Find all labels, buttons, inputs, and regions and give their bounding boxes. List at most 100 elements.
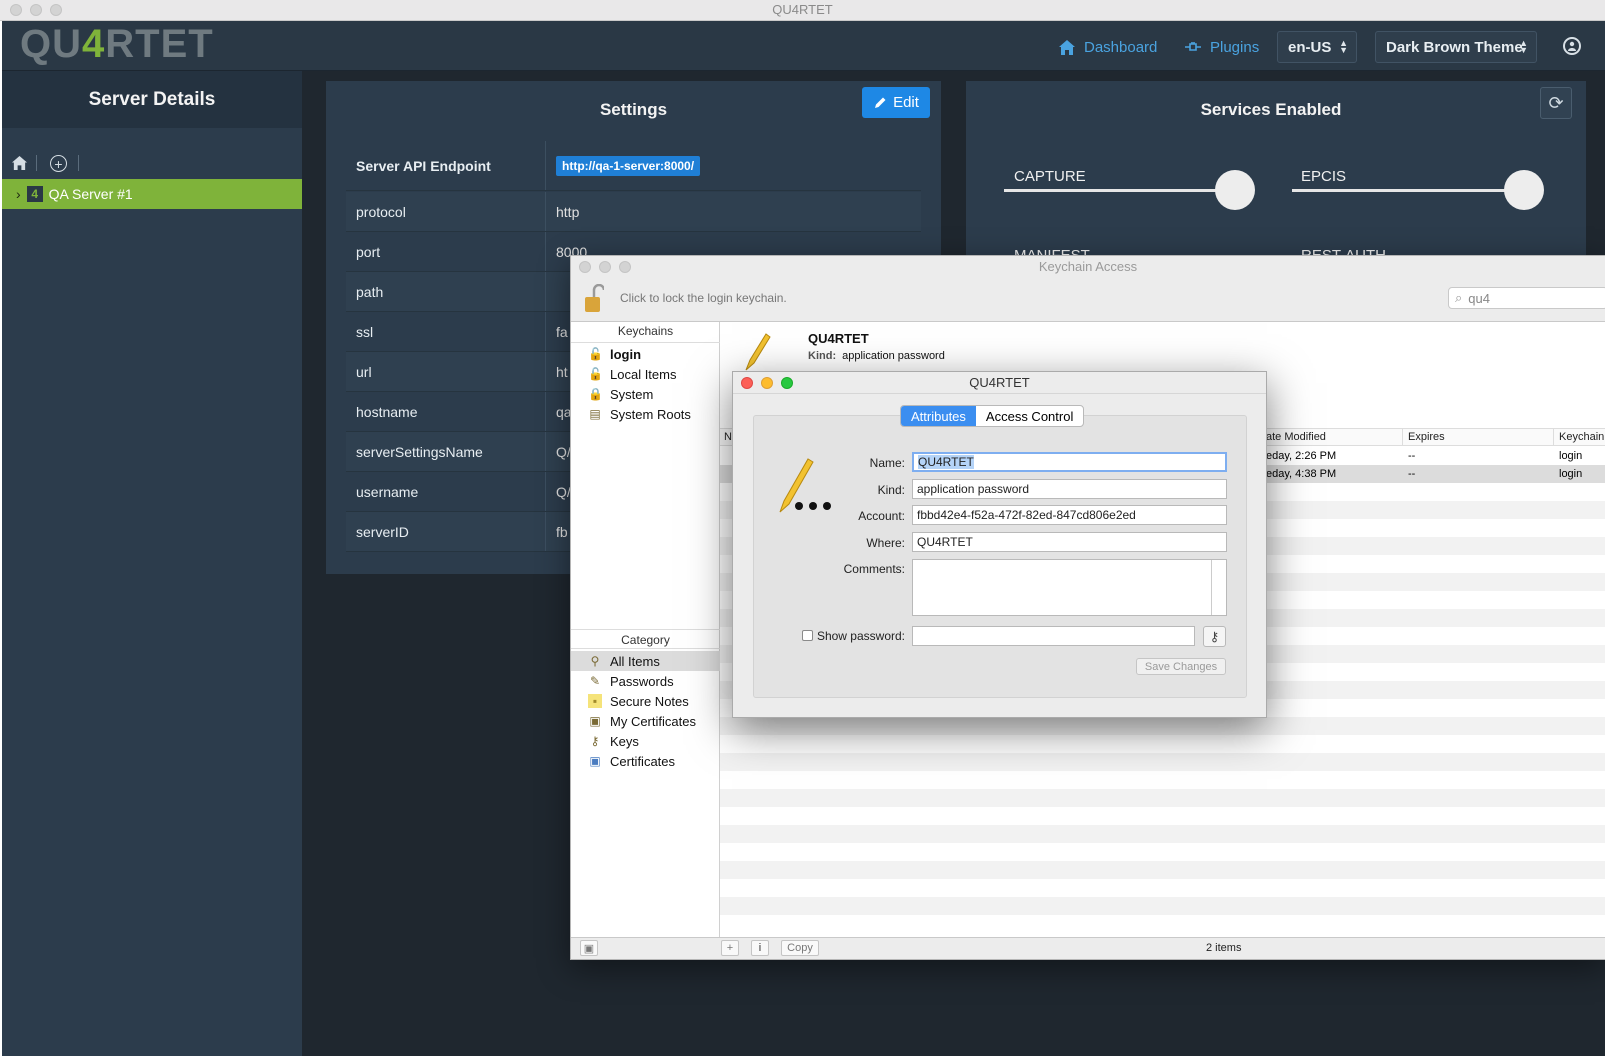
account-label: Account: bbox=[858, 509, 905, 523]
category-my-certificates[interactable]: ▣ My Certificates bbox=[588, 711, 696, 731]
minimize-dialog-button[interactable] bbox=[761, 377, 773, 389]
keychain-login[interactable]: 🔓 login bbox=[588, 344, 641, 364]
setting-key: protocol bbox=[346, 192, 546, 231]
home-icon[interactable] bbox=[10, 155, 28, 171]
column-expires[interactable]: Expires bbox=[1402, 428, 1445, 446]
service-toggle-capture[interactable] bbox=[1215, 170, 1255, 210]
name-label: Name: bbox=[869, 456, 905, 470]
search-value: qu4 bbox=[1468, 290, 1490, 306]
edit-button[interactable]: Edit bbox=[862, 87, 930, 118]
name-value: QU4RTET bbox=[918, 455, 974, 469]
password-field[interactable] bbox=[912, 626, 1195, 646]
chevron-right-icon[interactable]: › bbox=[16, 186, 21, 202]
comments-field[interactable] bbox=[912, 559, 1227, 616]
server-name: QA Server #1 bbox=[48, 186, 133, 202]
item-count: 2 items bbox=[1206, 942, 1242, 954]
comments-scrollbar[interactable] bbox=[1211, 560, 1212, 615]
zoom-window-button[interactable] bbox=[50, 4, 62, 16]
minimize-window-button[interactable] bbox=[30, 4, 42, 16]
category-label: Passwords bbox=[610, 673, 674, 689]
minimize-window-button[interactable] bbox=[599, 261, 611, 273]
key-icon: ⚷ bbox=[590, 734, 600, 748]
setting-row: Server API Endpoint http://qa-1-server:8… bbox=[346, 141, 921, 191]
tab-access-control[interactable]: Access Control bbox=[976, 406, 1083, 426]
row-keychain: login bbox=[1559, 450, 1583, 462]
nav-plugins[interactable]: Plugins bbox=[1184, 36, 1259, 58]
sidebar bbox=[2, 71, 302, 1056]
keychain-label: Local Items bbox=[610, 366, 677, 382]
info-button[interactable]: i bbox=[751, 940, 769, 956]
setting-value: Q/ bbox=[556, 443, 571, 460]
close-window-button[interactable] bbox=[579, 261, 591, 273]
name-field[interactable]: QU4RTET bbox=[912, 452, 1227, 472]
setting-key: ssl bbox=[346, 312, 546, 351]
certificate-icon: ▣ bbox=[589, 754, 601, 768]
category-secure-notes[interactable]: ▪ Secure Notes bbox=[588, 691, 689, 711]
tab-attributes[interactable]: Attributes bbox=[901, 406, 976, 426]
service-label: EPCIS bbox=[1301, 168, 1347, 185]
keychain-system[interactable]: 🔒 System bbox=[588, 384, 653, 404]
setting-key: path bbox=[346, 272, 546, 311]
language-select[interactable]: en-US ▲ ▼ bbox=[1277, 31, 1357, 63]
save-changes-button[interactable]: Save Changes bbox=[1136, 658, 1226, 675]
refresh-icon: ⟳ bbox=[1548, 92, 1564, 113]
zoom-dialog-button[interactable] bbox=[781, 377, 793, 389]
keychains-header: Keychains bbox=[571, 324, 720, 343]
home-icon bbox=[1059, 39, 1075, 55]
setting-key: Server API Endpoint bbox=[346, 141, 546, 190]
category-label: All Items bbox=[610, 653, 660, 669]
setting-key: username bbox=[346, 472, 546, 511]
close-window-button[interactable] bbox=[10, 4, 22, 16]
show-keychains-icon[interactable]: ▣ bbox=[580, 940, 598, 956]
keychain-search-field[interactable]: ⌕ qu4 bbox=[1448, 287, 1605, 309]
close-dialog-button[interactable] bbox=[741, 377, 753, 389]
keychain-label: login bbox=[610, 346, 642, 362]
category-all-items[interactable]: ⚲ All Items bbox=[588, 651, 660, 671]
refresh-button[interactable]: ⟳ bbox=[1540, 87, 1572, 119]
keychain-window-title: Keychain Access bbox=[1038, 259, 1138, 274]
theme-select[interactable]: Dark Brown Theme ▲ ▼ bbox=[1375, 31, 1537, 63]
service-toggle-epcis[interactable] bbox=[1504, 170, 1544, 210]
nav-dashboard[interactable]: Dashboard bbox=[1058, 36, 1157, 58]
add-item-button[interactable]: + bbox=[721, 940, 739, 956]
user-account-icon[interactable] bbox=[1563, 37, 1581, 55]
sidebar-title: Server Details bbox=[2, 71, 302, 128]
kind-field[interactable]: application password bbox=[912, 479, 1227, 499]
server-tree-item[interactable]: › 4 QA Server #1 bbox=[2, 179, 302, 209]
add-server-icon[interactable]: + bbox=[50, 155, 67, 172]
plug-icon bbox=[1185, 42, 1201, 51]
column-date-modified[interactable]: ate Modified bbox=[1266, 431, 1326, 443]
endpoint-link[interactable]: http://qa-1-server:8000/ bbox=[556, 155, 701, 176]
setting-value: Q/ bbox=[556, 483, 571, 500]
category-label: Secure Notes bbox=[610, 693, 689, 709]
window-title: QU4RTET bbox=[772, 2, 833, 17]
all-items-icon: ⚲ bbox=[590, 654, 600, 668]
unlocked-padlock-icon[interactable] bbox=[584, 284, 604, 314]
padlock-icon: 🔓 bbox=[588, 347, 603, 361]
key-icon[interactable]: ⚷ bbox=[1203, 626, 1226, 647]
certificate-icon: ▣ bbox=[589, 714, 601, 728]
service-toggle-track bbox=[1292, 189, 1517, 192]
column-name[interactable]: N bbox=[724, 431, 732, 443]
column-keychain[interactable]: Keychain bbox=[1553, 428, 1604, 446]
category-certificates[interactable]: ▣ Certificates bbox=[588, 751, 675, 771]
server-logo-icon: 4 bbox=[26, 186, 43, 202]
category-label: My Certificates bbox=[610, 713, 696, 729]
zoom-window-button[interactable] bbox=[619, 261, 631, 273]
keychain-local-items[interactable]: 🔓 Local Items bbox=[588, 364, 676, 384]
services-title: Services Enabled bbox=[1200, 100, 1342, 119]
select-arrows-icon: ▲ ▼ bbox=[1339, 38, 1348, 55]
app-logo[interactable]: QU4RTET bbox=[20, 22, 214, 67]
category-passwords[interactable]: ✎ Passwords bbox=[588, 671, 674, 691]
keychain-system-roots[interactable]: ▤ System Roots bbox=[588, 404, 691, 424]
copy-button[interactable]: Copy bbox=[781, 940, 819, 956]
account-field[interactable]: fbbd42e4-f52a-472f-82ed-847cd806e2ed bbox=[912, 505, 1227, 525]
setting-key: serverID bbox=[346, 512, 546, 551]
category-keys[interactable]: ⚷ Keys bbox=[588, 731, 639, 751]
comments-label: Comments: bbox=[843, 562, 905, 576]
dialog-tabs: Attributes Access Control bbox=[900, 405, 1085, 427]
where-field[interactable]: QU4RTET bbox=[912, 532, 1227, 552]
setting-key: port bbox=[346, 232, 546, 271]
app-header bbox=[2, 21, 1605, 71]
setting-value bbox=[546, 272, 556, 311]
